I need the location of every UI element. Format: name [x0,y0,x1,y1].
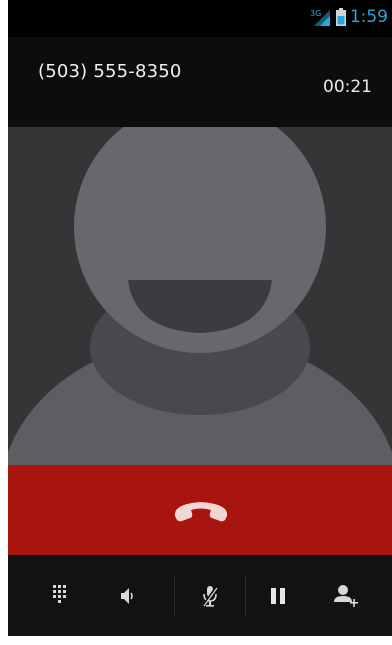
default-contact-avatar-icon [8,127,392,465]
speaker-button[interactable] [98,555,158,636]
mute-button[interactable] [180,555,240,636]
controls-divider [174,575,175,617]
controls-divider [245,575,246,617]
status-clock: 1:59 [349,7,388,27]
add-person-icon [334,584,358,607]
caller-phone-number: (503) 555-8350 [38,61,182,82]
call-controls [8,555,392,636]
add-call-button[interactable] [314,555,378,636]
pause-icon [271,587,285,604]
mute-microphone-icon [202,584,218,607]
network-type-label: 3G [310,9,321,18]
speaker-icon [121,587,133,604]
dialpad-button[interactable] [28,555,92,636]
caller-header: (503) 555-8350 00:21 [8,37,392,127]
end-call-button[interactable] [8,465,392,555]
call-duration: 00:21 [323,77,372,97]
status-bar: 3G 1:59 [8,0,392,37]
signal-strength-icon: 3G [310,9,330,26]
end-call-handset-icon [174,502,228,522]
dialpad-icon [53,584,66,603]
in-call-screen: 3G 1:59 (503) 555-8350 00:21 [8,0,392,636]
contact-photo [8,127,392,465]
battery-icon [336,8,346,26]
hold-button[interactable] [248,555,308,636]
